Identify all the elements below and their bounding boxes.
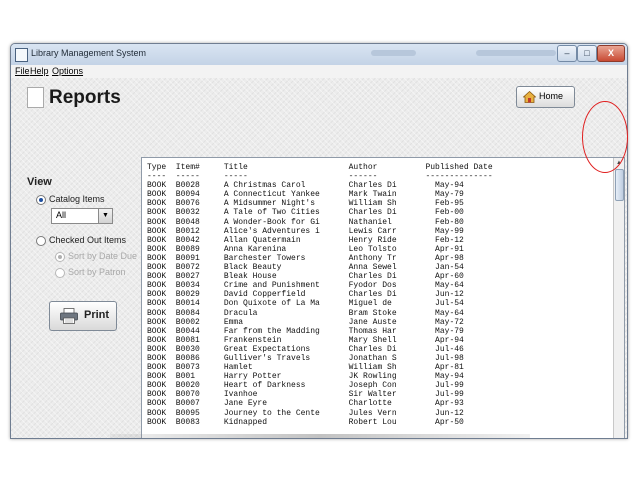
main-content: Reports Home View Catalog Items All ▼ Ch… <box>11 78 627 438</box>
app-window: Library Management System – □ X File Hel… <box>10 43 628 439</box>
report-row: BOOK B0076 A Midsummer Night's William S… <box>147 199 464 209</box>
report-row: BOOK B0048 A Wonder-Book for Gi Nathanie… <box>147 217 464 227</box>
printer-icon <box>60 308 78 324</box>
menu-options[interactable]: Options <box>52 66 83 76</box>
blurred-title-region <box>476 50 556 56</box>
close-button[interactable]: X <box>597 45 625 62</box>
home-icon <box>523 91 536 103</box>
title-bar[interactable]: Library Management System – □ X <box>11 44 627 65</box>
minimize-button[interactable]: – <box>557 45 577 62</box>
scroll-thumb[interactable] <box>615 169 624 201</box>
report-row: BOOK B0091 Barchester Towers Anthony Tr … <box>147 253 464 263</box>
home-button-label: Home <box>539 91 564 101</box>
report-row: BOOK B0034 Crime and Punishment Fyodor D… <box>147 281 464 291</box>
sort-by-patron-label: Sort by Patron <box>68 267 126 277</box>
print-button[interactable]: Print <box>49 301 117 331</box>
report-row: BOOK B0089 Anna Karenina Leo Tolsto Apr-… <box>147 244 464 254</box>
chevron-down-icon[interactable]: ▼ <box>98 209 112 223</box>
report-row: BOOK B0012 Alice's Adventures i Lewis Ca… <box>147 226 464 236</box>
catalog-items-radio[interactable] <box>36 195 46 205</box>
report-row: BOOK B0044 Far from the Madding Thomas H… <box>147 326 464 336</box>
taskbar-blur <box>110 434 530 438</box>
home-button[interactable]: Home <box>516 86 575 108</box>
report-row: BOOK B0095 Journey to the Cente Jules Ve… <box>147 408 464 418</box>
view-heading: View <box>27 176 52 188</box>
report-row: BOOK B0030 Great Expectations Charles Di… <box>147 344 464 354</box>
report-row: BOOK B0094 A Connecticut Yankee Mark Twa… <box>147 190 464 200</box>
report-row: BOOK B0081 Frankenstein Mary Shell Apr-9… <box>147 335 464 345</box>
report-row: BOOK B0086 Gulliver's Travels Jonathan S… <box>147 353 464 363</box>
page-title: Reports <box>49 87 121 108</box>
sort-by-patron-radio <box>55 268 65 278</box>
menu-bar: File Help Options <box>11 65 627 79</box>
menu-file[interactable]: File <box>15 66 30 76</box>
report-text: Type Item# Title Author Published Date -… <box>147 163 493 427</box>
annotation-circle <box>582 101 628 173</box>
report-view[interactable]: Type Item# Title Author Published Date -… <box>141 157 625 438</box>
menu-help[interactable]: Help <box>30 66 49 76</box>
blurred-title-region <box>371 50 416 56</box>
report-row: BOOK B0027 Bleak House Charles Di Apr-60 <box>147 272 464 282</box>
checked-out-items-radio[interactable] <box>36 236 46 246</box>
window-title: Library Management System <box>31 48 147 58</box>
report-row: BOOK B001 Harry Potter JK Rowling May-94 <box>147 372 464 382</box>
sort-by-date-due-radio <box>55 252 65 262</box>
reports-icon <box>27 87 44 108</box>
catalog-items-label[interactable]: Catalog Items <box>49 194 105 204</box>
category-filter-select[interactable]: All ▼ <box>51 208 113 224</box>
report-header-underline: ---- ----- ----- ------ -------------- <box>147 172 493 182</box>
report-row: BOOK B0083 Kidnapped Robert Lou Apr-50 <box>147 417 464 427</box>
print-button-label: Print <box>84 309 110 321</box>
report-row: BOOK B0072 Black Beauty Anna Sewel Jan-5… <box>147 263 464 273</box>
category-filter-value: All <box>56 210 67 220</box>
report-row: BOOK B0073 Hamlet William Sh Apr-81 <box>147 363 464 373</box>
report-row: BOOK B0014 Don Quixote of La Ma Miguel d… <box>147 299 464 309</box>
checked-out-items-label[interactable]: Checked Out Items <box>49 235 126 245</box>
sort-by-date-due-label: Sort by Date Due <box>68 251 138 261</box>
app-icon <box>15 48 28 62</box>
report-row: BOOK B0007 Jane Eyre Charlotte Apr-93 <box>147 399 464 409</box>
report-row: BOOK B0042 Allan Quatermain Henry Ride F… <box>147 235 464 245</box>
report-row: BOOK B0029 David Copperfield Charles Di … <box>147 290 464 300</box>
vertical-scrollbar[interactable]: ▲ ▼ <box>613 158 624 438</box>
report-row: BOOK B0002 Emma Jane Auste May-72 <box>147 317 464 327</box>
report-row: BOOK B0070 Ivanhoe Sir Walter Jul-99 <box>147 390 464 400</box>
report-row: BOOK B0084 Dracula Bram Stoke May-64 <box>147 308 464 318</box>
report-row: BOOK B0032 A Tale of Two Cities Charles … <box>147 208 464 218</box>
maximize-button[interactable]: □ <box>577 45 597 62</box>
report-header-row: Type Item# Title Author Published Date <box>147 163 493 172</box>
report-row: BOOK B0020 Heart of Darkness Joseph Con … <box>147 381 464 391</box>
report-row: BOOK B0028 A Christmas Carol Charles Di … <box>147 181 464 191</box>
